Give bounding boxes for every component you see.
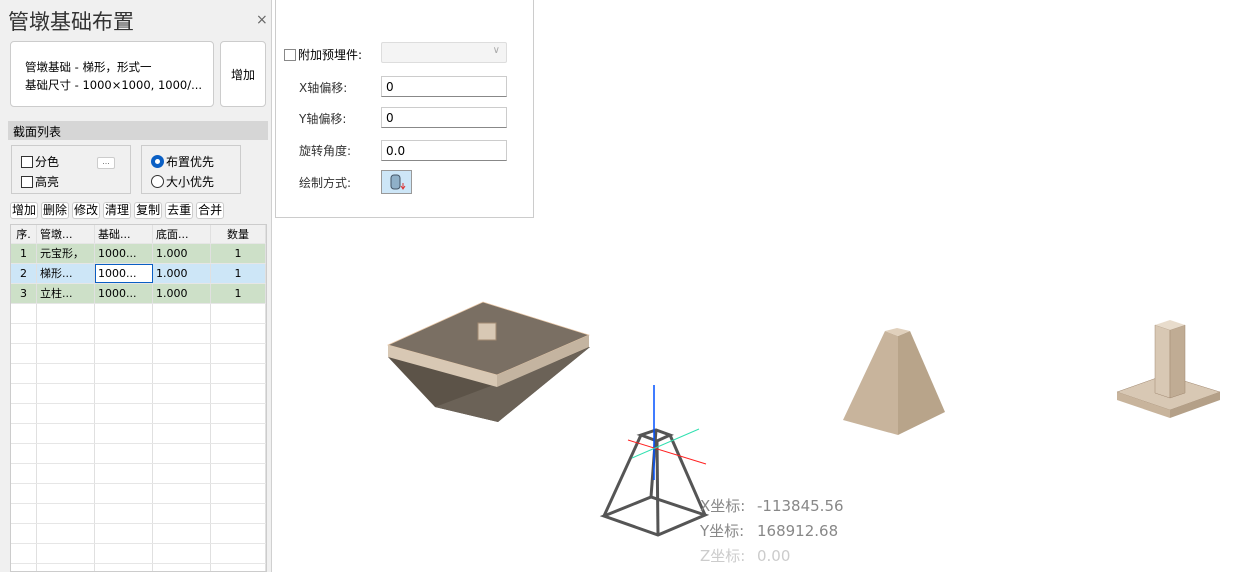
- 3d-viewport[interactable]: [0, 0, 1239, 572]
- x-axis: [627, 439, 707, 465]
- coordinate-readout: X坐标: -113845.56 Y坐标: 168912.68 Z坐标: 0.00: [700, 494, 844, 569]
- z-coord: Z坐标: 0.00: [700, 547, 791, 565]
- yuanbao-foundation: [386, 301, 591, 422]
- trapezoid-foundation: [843, 328, 945, 435]
- column-foundation: [1116, 320, 1221, 418]
- y-coord: Y坐标: 168912.68: [700, 522, 839, 540]
- x-coord: X坐标: -113845.56: [700, 497, 844, 515]
